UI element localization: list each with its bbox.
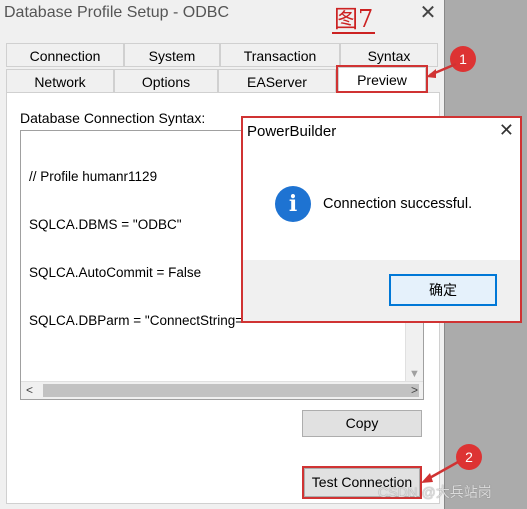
scroll-left-icon[interactable]: < xyxy=(21,382,38,399)
message-text: Connection successful. xyxy=(323,196,473,212)
message-box-title: PowerBuilder xyxy=(247,123,337,140)
syntax-text: // Profile humanr1129 SQLCA.DBMS = "ODBC… xyxy=(29,137,246,361)
message-box: PowerBuilder ✕ i Connection successful. … xyxy=(241,116,522,323)
tab-system[interactable]: System xyxy=(124,43,220,67)
annotation-arrow-1 xyxy=(426,62,457,78)
close-icon[interactable]: ✕ xyxy=(418,2,438,24)
ok-button[interactable]: 确定 xyxy=(389,274,497,306)
syntax-label: Database Connection Syntax: xyxy=(20,110,206,126)
message-box-footer: 确定 xyxy=(243,260,520,321)
syntax-line: SQLCA.AutoCommit = False xyxy=(29,265,202,280)
tab-network[interactable]: Network xyxy=(6,69,114,93)
tab-options[interactable]: Options xyxy=(114,69,218,93)
syntax-line: SQLCA.DBParm = "ConnectString=' xyxy=(29,313,246,328)
annotation-highlight-preview xyxy=(336,65,428,93)
syntax-line: SQLCA.DBMS = "ODBC" xyxy=(29,217,182,232)
scroll-thumb[interactable] xyxy=(43,384,419,397)
scroll-right-icon[interactable]: > xyxy=(406,382,423,399)
figure-label: 图7 xyxy=(332,5,376,34)
close-icon[interactable]: ✕ xyxy=(499,120,514,141)
tab-connection[interactable]: Connection xyxy=(6,43,124,67)
copy-button[interactable]: Copy xyxy=(302,410,422,437)
tab-transaction[interactable]: Transaction xyxy=(220,43,340,67)
horizontal-scrollbar[interactable]: < > xyxy=(21,381,423,399)
window-title: Database Profile Setup - ODBC xyxy=(4,4,229,21)
message-box-body: i Connection successful. xyxy=(243,150,520,260)
syntax-line: // Profile humanr1129 xyxy=(29,169,158,184)
info-icon: i xyxy=(275,186,311,222)
watermark: CSDN @大兵站岗 xyxy=(378,484,492,500)
tab-easerver[interactable]: EAServer xyxy=(218,69,336,93)
